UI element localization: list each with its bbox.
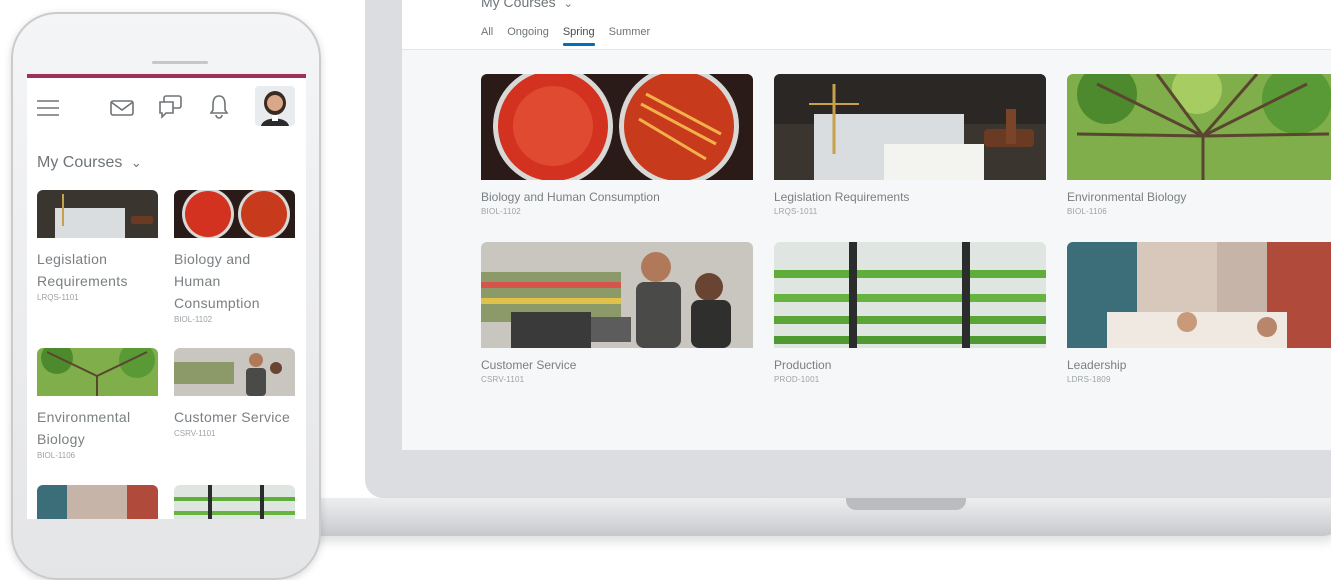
course-card-customer-service[interactable]: Customer Service CSRV-1101: [481, 242, 753, 384]
course-image-team-meeting: [37, 485, 158, 519]
course-card-legislation[interactable]: Legislation Requirements LRQS-1101: [37, 190, 158, 302]
course-code: LRQS-1101: [37, 293, 79, 302]
course-code: BIOL-1102: [174, 315, 213, 324]
course-code: BIOL-1102: [481, 207, 521, 216]
course-code: CSRV-1101: [481, 375, 525, 384]
course-code: PROD-1001: [774, 375, 820, 384]
course-image-tree-canopy: [1067, 74, 1331, 180]
course-image-cashier: [174, 348, 295, 396]
course-code: BIOL-1106: [37, 451, 76, 460]
course-name: Legislation Requirements: [37, 251, 128, 289]
chevron-down-icon: ⌄: [130, 155, 142, 170]
menu-icon[interactable]: [35, 98, 61, 118]
avatar[interactable]: [255, 86, 295, 126]
laptop-base: [300, 498, 1331, 536]
course-card-production[interactable]: [174, 485, 295, 519]
course-image-scales-gavel: [37, 190, 158, 238]
my-courses-dropdown[interactable]: My Courses ⌄: [481, 0, 573, 10]
tab-all[interactable]: All: [481, 26, 493, 46]
chat-icon[interactable]: [157, 94, 183, 120]
course-card-legislation[interactable]: Legislation Requirements LRQS-1011: [774, 74, 1046, 216]
course-image-petri-dishes: [174, 190, 295, 238]
course-card-leadership[interactable]: Leadership LDRS-1809: [1067, 242, 1331, 384]
course-image-scales-gavel: [774, 74, 1046, 180]
course-name: Environmental Biology: [37, 409, 131, 447]
course-card-customer-service[interactable]: Customer Service CSRV-1101: [174, 348, 295, 438]
course-image-cashier: [481, 242, 753, 348]
tab-ongoing[interactable]: Ongoing: [507, 26, 549, 46]
phone-speaker: [152, 61, 208, 64]
phone-screen: My Courses ⌄ Legislation Requirements LR…: [27, 74, 306, 519]
phone-navbar: [27, 78, 306, 134]
course-image-greenhouse: [774, 242, 1046, 348]
course-image-petri-dishes: [481, 74, 753, 180]
laptop-screen: My Courses ⌄ All Ongoing Spring Summer B…: [402, 0, 1331, 450]
course-name: Legislation Requirements: [774, 190, 910, 204]
tab-summer[interactable]: Summer: [609, 26, 651, 46]
course-name: Environmental Biology: [1067, 190, 1187, 204]
course-card-environmental[interactable]: Environmental Biology BIOL-1106: [37, 348, 158, 460]
course-code: LRQS-1011: [774, 207, 818, 216]
my-courses-dropdown[interactable]: My Courses ⌄: [37, 154, 142, 172]
page-title: My Courses: [481, 0, 556, 10]
course-name: Leadership: [1067, 358, 1127, 372]
tab-spring[interactable]: Spring: [562, 26, 595, 46]
course-card-leadership[interactable]: [37, 485, 158, 519]
course-image-greenhouse: [174, 485, 295, 519]
course-code: LDRS-1809: [1067, 375, 1111, 384]
course-image-tree-canopy: [37, 348, 158, 396]
chevron-down-icon: ⌄: [563, 0, 573, 10]
term-tabs: All Ongoing Spring Summer: [481, 26, 650, 46]
page-title: My Courses: [37, 154, 123, 171]
course-name: Customer Service: [174, 409, 291, 425]
bell-icon[interactable]: [208, 93, 230, 119]
course-card-environmental[interactable]: Environmental Biology BIOL-1106: [1067, 74, 1331, 216]
course-image-team-meeting: [1067, 242, 1331, 348]
course-name: Customer Service: [481, 358, 577, 372]
course-name: Biology and Human Consumption: [481, 190, 660, 204]
course-name: Production: [774, 358, 832, 372]
course-card-biology[interactable]: Biology and Human Consumption BIOL-1102: [174, 190, 295, 324]
course-code: BIOL-1106: [1067, 207, 1107, 216]
course-card-production[interactable]: Production PROD-1001: [774, 242, 1046, 384]
course-code: CSRV-1101: [174, 429, 216, 438]
course-name: Biology and Human Consumption: [174, 251, 260, 311]
course-card-biology[interactable]: Biology and Human Consumption BIOL-1102: [481, 74, 753, 216]
mail-icon[interactable]: [109, 98, 135, 118]
laptop-notch: [846, 498, 966, 510]
courses-header: My Courses ⌄ All Ongoing Spring Summer: [402, 0, 1331, 50]
